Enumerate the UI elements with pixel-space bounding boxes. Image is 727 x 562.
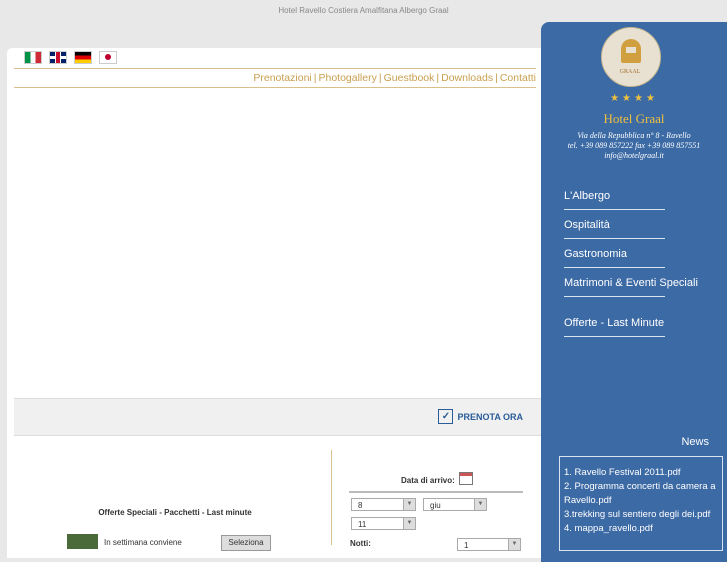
- offer-thumbnail[interactable]: [67, 534, 98, 549]
- nav-guestbook[interactable]: Guestbook: [384, 72, 435, 84]
- calendar-icon[interactable]: [459, 472, 473, 485]
- nav-contatti[interactable]: Contatti: [500, 72, 536, 84]
- hotel-phone: tel. +39 089 857222 fax +39 089 857551: [567, 141, 701, 150]
- logo-text: GRAAL: [619, 69, 641, 75]
- date-divider: [349, 491, 523, 493]
- star-rating: ★★★★: [610, 93, 658, 104]
- news-item[interactable]: 3.trekking sul sentiero degli dei.pdf: [564, 508, 718, 522]
- sidebar-item-matrimoni[interactable]: Matrimoni & Eventi Speciali: [564, 277, 698, 297]
- nav-separator: |: [378, 72, 382, 84]
- news-item[interactable]: 1. Ravello Festival 2011.pdf: [564, 466, 718, 480]
- flag-it-icon[interactable]: [24, 51, 42, 64]
- sidebar-item-gastronomia[interactable]: Gastronomia: [564, 248, 665, 268]
- nav-separator: |: [495, 72, 498, 84]
- offer-text: In settimana conviene: [104, 538, 182, 547]
- nights-value: 1: [464, 541, 469, 550]
- offer-select-button[interactable]: Seleziona: [221, 535, 271, 551]
- top-navigation: Prenotazioni | Photogallery | Guestbook | Down…: [14, 68, 536, 88]
- year-select[interactable]: 11 ▼: [351, 517, 416, 530]
- booking-bar: ✓ PRENOTA ORA: [14, 398, 541, 436]
- chevron-down-icon: ▼: [474, 499, 486, 510]
- hotel-address: Via della Repubblica n° 8 - Ravello: [577, 131, 691, 140]
- month-value: giu: [430, 501, 441, 510]
- sidebar-item-albergo[interactable]: L'Albergo: [564, 190, 665, 210]
- month-select[interactable]: giu ▼: [423, 498, 487, 511]
- column-divider: [331, 450, 332, 545]
- news-title: News: [681, 436, 709, 448]
- hotel-email[interactable]: info@hotelgraal.it: [541, 151, 727, 161]
- offers-title: Offerte Speciali - Pacchetti - Last minu…: [98, 508, 252, 517]
- hotel-logo[interactable]: [601, 27, 661, 87]
- news-item[interactable]: 2. Programma concerti da camera a Ravell…: [564, 480, 718, 508]
- prenota-ora-button[interactable]: ✓ PRENOTA ORA: [438, 409, 523, 424]
- day-value: 8: [358, 501, 363, 510]
- nav-photogallery[interactable]: Photogallery: [318, 72, 376, 84]
- nights-label: Notti:: [350, 539, 371, 548]
- chevron-down-icon: ▼: [403, 518, 415, 529]
- sidebar-item-offerte[interactable]: Offerte - Last Minute: [564, 317, 665, 337]
- sidebar-item-ospitalita[interactable]: Ospitalità: [564, 219, 665, 239]
- nav-downloads[interactable]: Downloads: [441, 72, 493, 84]
- site-title: Hotel Ravello Costiera Amalfitana Alberg…: [278, 6, 449, 15]
- sidebar-menu: L'Albergo Ospitalità Gastronomia Matrimo…: [564, 190, 698, 346]
- arrival-date-label: Data di arrivo:: [401, 476, 455, 485]
- nav-prenotazioni[interactable]: Prenotazioni: [253, 72, 311, 84]
- prenota-label: PRENOTA ORA: [457, 411, 523, 422]
- check-icon: ✓: [438, 409, 454, 424]
- flag-jp-icon[interactable]: [99, 51, 117, 64]
- hotel-contact: Via della Repubblica n° 8 - Ravello tel.…: [541, 131, 727, 161]
- hotel-name: Hotel Graal: [603, 111, 665, 126]
- year-value: 11: [358, 520, 367, 529]
- news-box: 1. Ravello Festival 2011.pdf 2. Programm…: [559, 456, 723, 551]
- chevron-down-icon: ▼: [403, 499, 415, 510]
- day-select[interactable]: 8 ▼: [351, 498, 416, 511]
- news-item[interactable]: 4. mappa_ravello.pdf: [564, 522, 718, 536]
- flag-de-icon[interactable]: [74, 51, 92, 64]
- flag-gb-icon[interactable]: [49, 51, 67, 64]
- language-selector: [24, 51, 117, 64]
